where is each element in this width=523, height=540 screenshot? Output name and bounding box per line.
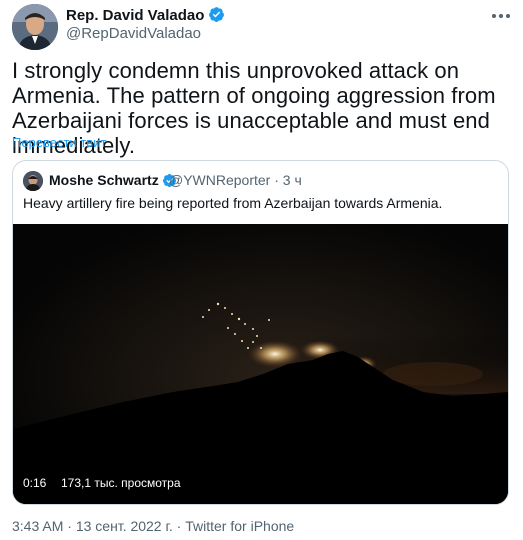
- translate-tweet-link[interactable]: Перевести твит: [12, 135, 106, 150]
- tweet-footer: 3:43 AM · 13 сент. 2022 г. · Twitter for…: [12, 518, 294, 534]
- footer-separator: ·: [176, 518, 182, 534]
- verified-badge-icon: [209, 7, 225, 22]
- video-frame: [13, 224, 508, 504]
- quoted-author-avatar: [23, 171, 43, 191]
- author-name[interactable]: Rep. David Valadao: [66, 7, 204, 24]
- quoted-avatar-image: [23, 171, 43, 191]
- quoted-time: 3 ч: [282, 172, 302, 188]
- video-view-count: 173,1 тыс. просмотра: [61, 476, 181, 490]
- quoted-tweet-card[interactable]: Moshe Schwartz @YWNReporter · 3 ч Heavy …: [12, 160, 509, 505]
- quoted-tweet-text: Heavy artillery fire being reported from…: [23, 195, 443, 211]
- more-options-button[interactable]: [489, 6, 513, 26]
- more-dot-icon: [492, 14, 496, 18]
- quoted-author-handle: @YWNReporter: [169, 172, 271, 188]
- meta-separator: ·: [274, 172, 279, 188]
- more-dot-icon: [506, 14, 510, 18]
- quoted-author-name: Moshe Schwartz: [49, 172, 159, 188]
- video-duration: 0:16: [23, 476, 47, 490]
- author-handle[interactable]: @RepDavidValadao: [66, 25, 201, 42]
- video-player[interactable]: 0:16 173,1 тыс. просмотра: [13, 224, 508, 504]
- avatar-image: [12, 4, 58, 50]
- tweet-date[interactable]: 13 сент. 2022 г.: [76, 518, 173, 534]
- quoted-author-name-row: Moshe Schwartz: [49, 172, 177, 188]
- footer-separator: ·: [67, 518, 72, 534]
- tweet-time[interactable]: 3:43 AM: [12, 518, 63, 534]
- tweet-source[interactable]: Twitter for iPhone: [185, 518, 294, 534]
- author-avatar[interactable]: [12, 4, 58, 50]
- author-name-row[interactable]: Rep. David Valadao: [66, 6, 225, 24]
- more-dot-icon: [499, 14, 503, 18]
- quoted-meta: @YWNReporter · 3 ч: [169, 172, 302, 188]
